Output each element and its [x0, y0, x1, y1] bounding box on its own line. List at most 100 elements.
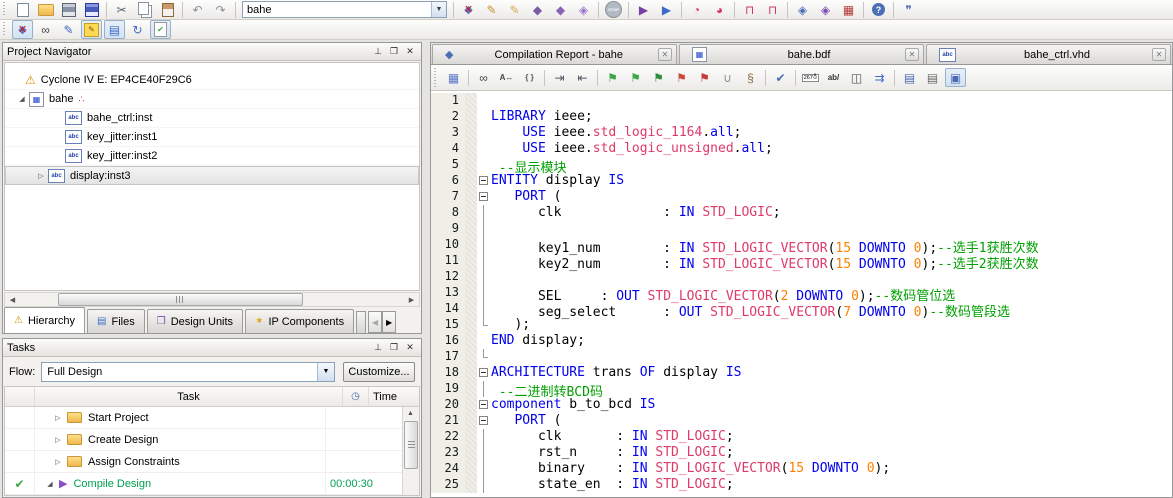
tab-ip-components[interactable]: ✶IP Components — [245, 309, 354, 333]
tab-files[interactable]: ▤Files — [87, 309, 145, 333]
pin-icon[interactable]: ⊥ — [371, 341, 385, 355]
fold-margin[interactable] — [477, 413, 491, 429]
attach-icon[interactable]: ∪ — [717, 68, 738, 87]
scroll-left-icon[interactable]: ◀ — [5, 293, 20, 306]
format-options-icon[interactable]: ▤ — [899, 68, 920, 87]
tree-item[interactable]: ◢bahe∴ — [5, 90, 419, 109]
waveform-icon[interactable]: ⊓ — [762, 0, 783, 19]
tree-item[interactable]: bahe_ctrl:inst — [5, 109, 419, 128]
tree-item[interactable]: key_jitter:inst1 — [5, 128, 419, 147]
analyze-file-icon[interactable]: ✔ — [770, 68, 791, 87]
task-cell[interactable]: ▷Start Project — [35, 407, 326, 428]
fold-margin[interactable] — [477, 461, 491, 477]
flow-combobox[interactable]: Full Design ▼ — [41, 362, 335, 382]
scroll-right-icon[interactable]: ▶ — [404, 293, 419, 306]
page-setup-icon[interactable]: ▤ — [922, 68, 943, 87]
pin-icon[interactable]: ⊥ — [371, 45, 385, 59]
task-cell[interactable]: ▷Create Design — [35, 429, 326, 450]
tab-scroll-right-icon[interactable]: ▶ — [382, 311, 396, 333]
task-cell[interactable]: ▷Assign Constraints — [35, 451, 326, 472]
redo-icon[interactable]: ↷ — [210, 0, 231, 19]
timing-analyzer-icon[interactable]: ◕ — [709, 0, 730, 19]
fold-margin[interactable] — [477, 205, 491, 221]
task-column-header[interactable]: Task — [35, 387, 343, 406]
close-icon[interactable]: ✕ — [1152, 48, 1166, 61]
bookmark-delete-all-icon[interactable]: ⚑ — [694, 68, 715, 87]
start-analysis-icon[interactable]: ▶ — [656, 0, 677, 19]
bookmark-next-icon[interactable]: ⚑ — [625, 68, 646, 87]
fold-collapse-icon[interactable] — [479, 176, 488, 185]
expander-icon[interactable]: ▷ — [51, 436, 65, 444]
help-icon[interactable] — [868, 0, 889, 19]
refresh-icon[interactable]: ↻ — [127, 20, 148, 39]
dock-splitter[interactable] — [422, 40, 430, 498]
expander-icon[interactable]: ▷ — [51, 414, 65, 422]
fold-collapse-icon[interactable] — [479, 416, 488, 425]
expander-icon[interactable]: ◢ — [15, 95, 29, 103]
float-icon[interactable]: ❐ — [387, 45, 401, 59]
fold-margin[interactable] — [477, 125, 491, 141]
fold-margin[interactable] — [477, 93, 491, 109]
timequest-icon[interactable]: ◔ — [686, 0, 707, 19]
expander-icon[interactable]: ◢ — [43, 480, 57, 488]
tab-scroll-left-icon[interactable]: ◀ — [368, 311, 382, 333]
editor-settings-icon[interactable]: ▦ — [443, 68, 464, 87]
fold-margin[interactable] — [477, 477, 491, 493]
fold-collapse-icon[interactable] — [479, 400, 488, 409]
undo-icon[interactable]: ↶ — [187, 0, 208, 19]
settings-icon[interactable]: ✎ — [481, 0, 502, 19]
cut-icon[interactable]: ✂ — [111, 0, 132, 19]
outdent-icon[interactable]: ⇤ — [572, 68, 593, 87]
compiler-icon[interactable] — [458, 0, 479, 19]
full-compilation-icon[interactable] — [12, 20, 33, 39]
replace-icon[interactable]: A↔ — [496, 68, 517, 87]
assembler-icon[interactable]: ◈ — [573, 0, 594, 19]
close-icon[interactable]: ✕ — [403, 341, 417, 355]
design-check-icon[interactable] — [150, 20, 171, 39]
save-icon[interactable] — [58, 0, 79, 19]
feedback-icon[interactable]: ❞ — [898, 0, 919, 19]
notes-icon[interactable] — [81, 20, 102, 39]
tab-partial[interactable] — [356, 311, 366, 333]
tree-item[interactable]: Cyclone IV E: EP4CE40F29C6 — [5, 71, 419, 90]
fold-margin[interactable] — [477, 109, 491, 125]
fold-margin[interactable] — [477, 141, 491, 157]
code-editor[interactable]: 12LIBRARY ieee;3 USE ieee.std_logic_1164… — [431, 91, 1172, 497]
fold-margin[interactable] — [477, 237, 491, 253]
fold-margin[interactable] — [477, 157, 491, 173]
fold-collapse-icon[interactable] — [479, 192, 488, 201]
tasks-vscrollbar[interactable]: ▲ — [402, 407, 419, 495]
fold-margin[interactable] — [477, 317, 491, 333]
macro-icon[interactable]: § — [740, 68, 761, 87]
fold-margin[interactable] — [477, 445, 491, 461]
editor-tab[interactable]: ◆Compilation Report - bahe✕ — [432, 44, 677, 64]
fold-margin[interactable] — [477, 429, 491, 445]
bookmark-toggle-icon[interactable]: ⚑ — [602, 68, 623, 87]
stop-icon[interactable] — [603, 0, 624, 19]
close-icon[interactable]: ✕ — [658, 48, 672, 61]
fold-margin[interactable] — [477, 397, 491, 413]
hscroll-thumb[interactable] — [58, 293, 303, 306]
fold-margin[interactable] — [477, 381, 491, 397]
hscroll-track[interactable] — [20, 293, 404, 306]
line-numbers-icon[interactable] — [800, 68, 821, 87]
fold-margin[interactable] — [477, 221, 491, 237]
close-icon[interactable]: ✕ — [905, 48, 919, 61]
report-icon[interactable]: ▤ — [104, 20, 125, 39]
simulator-icon[interactable]: ⊓ — [739, 0, 760, 19]
pin-planner-icon[interactable]: ◆ — [527, 0, 548, 19]
match-braces-icon[interactable]: { } — [519, 68, 540, 87]
fold-margin[interactable] — [477, 301, 491, 317]
navigator-hscrollbar[interactable]: ◀ ▶ — [4, 292, 420, 307]
task-row[interactable]: ▷Start Project — [5, 407, 402, 429]
fold-margin[interactable] — [477, 189, 491, 205]
fold-collapse-icon[interactable] — [479, 368, 488, 377]
editor-tab[interactable]: bahe.bdf✕ — [679, 44, 924, 64]
goto-icon[interactable]: ⇉ — [869, 68, 890, 87]
open-file-icon[interactable] — [35, 0, 56, 19]
fold-margin[interactable] — [477, 333, 491, 349]
edit-icon[interactable]: ✎ — [58, 20, 79, 39]
task-row[interactable]: ✔◢▶Compile Design00:00:30 — [5, 473, 402, 495]
drag-handle[interactable] — [3, 22, 8, 37]
copy-icon[interactable] — [134, 0, 155, 19]
